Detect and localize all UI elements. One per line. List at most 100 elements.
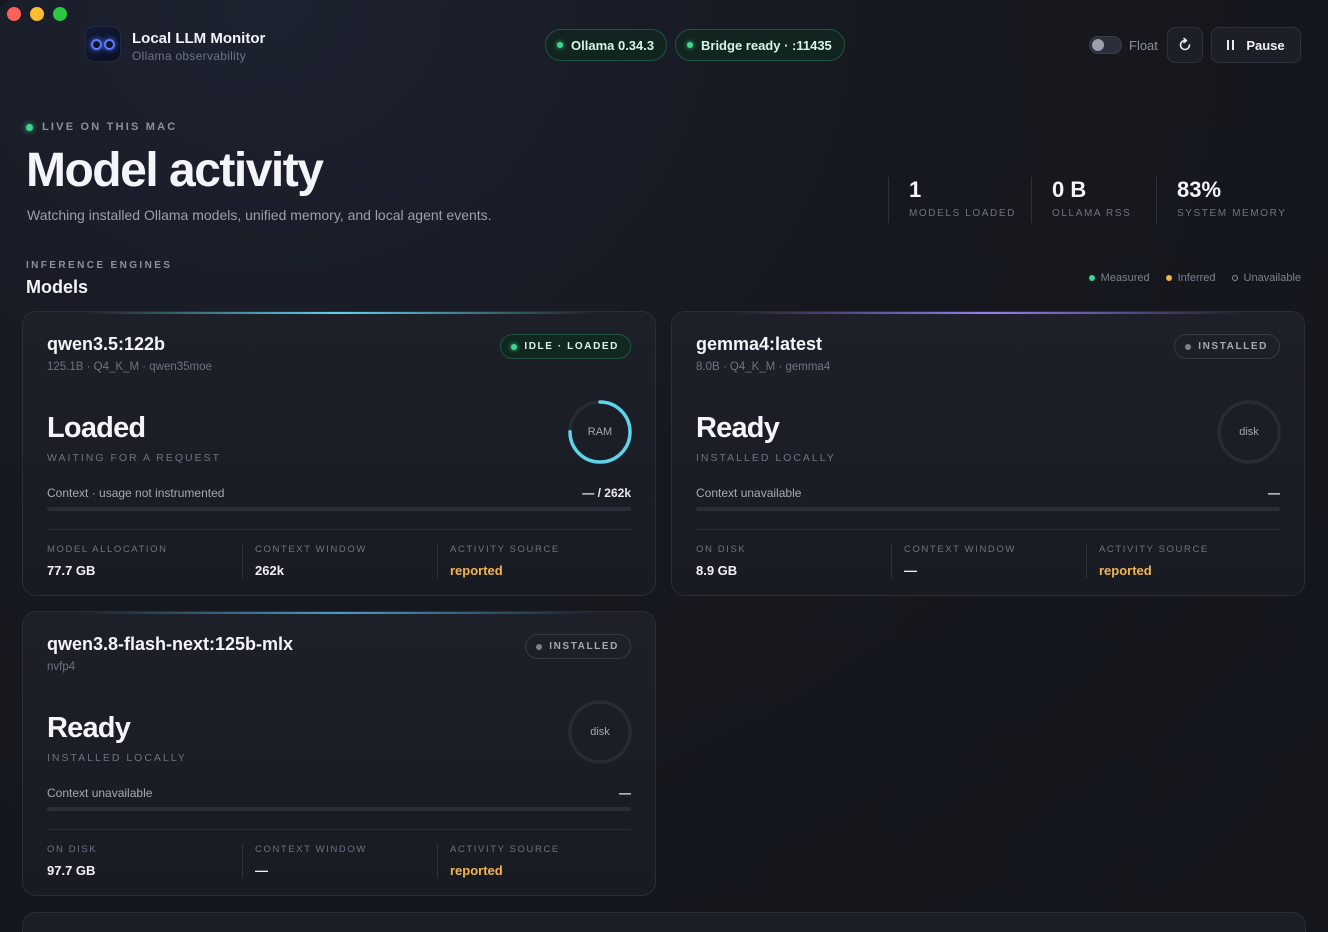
refresh-button[interactable] [1167,27,1203,63]
card-accent-line [83,612,595,614]
section-eyebrow: INFERENCE ENGINES [26,260,173,271]
model-meta: 8.0B · Q4_K_M · gemma4 [696,361,831,373]
bridge-status-pill: Bridge ready · :11435 [675,29,845,61]
activity-source-field: ACTIVITY SOURCE reported [450,544,560,578]
model-card-gemma4-latest[interactable]: gemma4:latest 8.0B · Q4_K_M · gemma4 INS… [671,311,1305,596]
context-window-field: CONTEXT WINDOW — [255,844,367,878]
stat-ollama-rss: 0 B OLLAMA RSS [1031,177,1131,223]
title-bar: Local LLM Monitor Ollama observability O… [0,0,1328,90]
card-divider [47,529,631,530]
model-meta: 125.1B · Q4_K_M · qwen35moe [47,361,212,373]
model-meta: nvfp4 [47,661,76,673]
model-card-qwen3-5-122b[interactable]: qwen3.5:122b 125.1B · Q4_K_M · qwen35moe… [22,311,656,596]
badge-dot-icon [536,643,543,650]
badge-dot-icon [1185,343,1192,350]
column-separator [437,544,438,578]
stat-label: SYSTEM MEMORY [1177,208,1287,219]
status-dot-icon [687,42,693,48]
app-window: Local LLM Monitor Ollama observability O… [0,0,1328,932]
model-name: qwen3.8-flash-next:125b-mlx [47,634,294,654]
column-separator [242,544,243,578]
status-badge: INSTALLED [525,634,631,659]
minimize-window-button[interactable] [30,7,44,21]
model-allocation-field: MODEL ALLOCATION 77.7 GB [47,544,168,578]
ring-label: disk [1239,426,1259,438]
page-subtitle: Watching installed Ollama models, unifie… [27,207,492,223]
window-controls [7,7,67,21]
ollama-version-pill: Ollama 0.34.3 [545,29,668,61]
context-label: Context unavailable [696,486,802,500]
stat-models-loaded: 1 MODELS LOADED [888,177,1016,223]
status-badge: INSTALLED [1174,334,1280,359]
measured-dot-icon [1088,275,1095,281]
unavailable-dot-icon [1231,275,1238,281]
inferred-dot-icon [1165,275,1172,281]
pause-label: Pause [1246,37,1285,53]
float-label: Float [1129,38,1158,53]
model-name: gemma4:latest [696,334,823,354]
live-label: LIVE ON THIS MAC [42,121,178,133]
stat-system-memory: 83% SYSTEM MEMORY [1156,177,1287,223]
model-state: Loaded [47,412,146,444]
live-dot-icon [26,123,33,131]
stat-value: 83% [1177,177,1222,202]
badge-dot-icon [511,343,518,350]
app-subtitle: Ollama observability [132,49,247,63]
context-value: — [619,786,631,800]
context-usage-bar [47,507,631,511]
legend-item-measured: Measured [1088,272,1150,284]
context-label: Context · usage not instrumented [47,486,225,500]
context-usage-bar [696,507,1280,511]
live-indicator: LIVE ON THIS MAC [26,121,177,133]
section-title: Models [26,277,89,297]
model-state-detail: INSTALLED LOCALLY [47,752,187,764]
on-disk-field: ON DISK 8.9 GB [696,544,747,578]
stat-label: MODELS LOADED [909,208,1016,219]
card-accent-line [83,312,595,314]
context-window-field: CONTEXT WINDOW 262k [255,544,367,578]
stat-label: OLLAMA RSS [1052,208,1132,219]
page-title: Model activity [26,144,324,197]
legend: Measured Inferred Unavailable [1088,272,1301,284]
model-card-qwen3-8-flash-next[interactable]: qwen3.8-flash-next:125b-mlx nvfp4 INSTAL… [22,611,656,896]
status-dot-icon [557,42,563,48]
zoom-window-button[interactable] [53,7,67,21]
status-badge: IDLE · LOADED [500,334,631,359]
model-state: Ready [47,712,131,744]
model-state-detail: WAITING FOR A REQUEST [47,452,222,464]
app-title: Local LLM Monitor [132,30,266,47]
activity-source-field: ACTIVITY SOURCE reported [450,844,560,878]
pause-button[interactable]: Pause [1211,27,1301,63]
column-separator [242,844,243,878]
legend-item-unavailable: Unavailable [1231,272,1301,284]
stat-value: 0 B [1052,177,1087,202]
ring-label: disk [590,726,610,738]
context-value: — / 262k [582,486,631,500]
ring-label: RAM [587,426,613,438]
card-divider [47,829,631,830]
model-state-detail: INSTALLED LOCALLY [696,452,836,464]
card-divider [696,529,1280,530]
on-disk-field: ON DISK 97.7 GB [47,844,98,878]
activity-source-field: ACTIVITY SOURCE reported [1099,544,1209,578]
column-separator [891,544,892,578]
refresh-icon [1179,37,1191,51]
bridge-status-label: Bridge ready · :11435 [701,37,832,53]
model-state: Ready [696,412,780,444]
column-separator [437,844,438,878]
ollama-version-label: Ollama 0.34.3 [571,37,655,53]
next-card-partial [22,912,1306,932]
context-usage-bar [47,807,631,811]
legend-item-inferred: Inferred [1165,272,1216,284]
model-name: qwen3.5:122b [47,334,166,354]
close-window-button[interactable] [7,7,21,21]
pause-icon [1227,40,1235,50]
stat-value: 1 [909,177,922,202]
card-accent-line [732,312,1244,314]
context-value: — [1268,486,1280,500]
context-window-field: CONTEXT WINDOW — [904,544,1016,578]
app-logo-icon [85,26,121,62]
column-separator [1086,544,1087,578]
float-toggle[interactable] [1089,36,1122,54]
context-label: Context unavailable [47,786,153,800]
